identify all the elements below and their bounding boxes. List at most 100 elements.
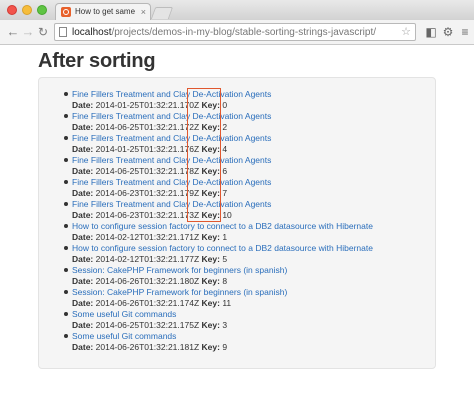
star-icon[interactable]: ☆ bbox=[401, 25, 411, 39]
entry-date: 2014-01-25T01:32:21.176Z bbox=[95, 144, 200, 154]
key-label: Key: bbox=[201, 188, 220, 198]
entry-meta: Date: 2014-06-26T01:32:21.180Z Key: 8 bbox=[72, 276, 227, 287]
date-label: Date: bbox=[72, 188, 94, 198]
gear-icon[interactable]: ⚙ bbox=[441, 24, 455, 40]
site-favicon-icon bbox=[61, 7, 71, 17]
entry-meta: Date: 2014-06-25T01:32:21.178Z Key: 6 bbox=[72, 166, 227, 177]
minimize-window-button[interactable] bbox=[22, 5, 32, 15]
entry-title-link[interactable]: Fine Fillers Treatment and Clay De-Activ… bbox=[72, 199, 271, 210]
date-label: Date: bbox=[72, 276, 94, 286]
bullet bbox=[64, 136, 68, 140]
key-label: Key: bbox=[201, 254, 220, 264]
date-label: Date: bbox=[72, 166, 94, 176]
close-window-button[interactable] bbox=[7, 5, 17, 15]
entry-title-link[interactable]: Some useful Git commands bbox=[72, 309, 176, 320]
title-bar: How to get same results w × bbox=[0, 0, 474, 20]
bullet bbox=[64, 268, 68, 272]
key-label: Key: bbox=[201, 210, 220, 220]
entry-title-link[interactable]: Fine Fillers Treatment and Clay De-Activ… bbox=[72, 133, 271, 144]
new-tab-button[interactable] bbox=[150, 7, 174, 19]
entry-key: 0 bbox=[222, 100, 228, 110]
list-item: Some useful Git commands Date: 2014-06-25… bbox=[63, 309, 433, 331]
key-label: Key: bbox=[201, 144, 220, 154]
date-label: Date: bbox=[72, 144, 94, 154]
bullet bbox=[64, 290, 68, 294]
entry-date: 2014-06-25T01:32:21.172Z bbox=[95, 122, 200, 132]
tab-title: How to get same results w bbox=[75, 7, 137, 16]
bullet bbox=[64, 246, 68, 250]
bullet bbox=[64, 114, 68, 118]
list-item: How to configure session factory to conn… bbox=[63, 243, 433, 265]
results-panel: Fine Fillers Treatment and Clay De-Activ… bbox=[38, 77, 436, 369]
entry-title-link[interactable]: Fine Fillers Treatment and Clay De-Activ… bbox=[72, 177, 271, 188]
maximize-window-button[interactable] bbox=[37, 5, 47, 15]
bullet bbox=[64, 224, 68, 228]
date-label: Date: bbox=[72, 320, 94, 330]
entry-list: Fine Fillers Treatment and Clay De-Activ… bbox=[63, 89, 433, 353]
entry-title-link[interactable]: Session: CakePHP Framework for beginners… bbox=[72, 287, 287, 298]
date-label: Date: bbox=[72, 122, 94, 132]
browser-toolbar: ← → ↻ localhost/projects/demos-in-my-blo… bbox=[0, 20, 474, 45]
key-label: Key: bbox=[201, 320, 220, 330]
entry-title-link[interactable]: Fine Fillers Treatment and Clay De-Activ… bbox=[72, 155, 271, 166]
bullet bbox=[64, 202, 68, 206]
key-label: Key: bbox=[201, 232, 220, 242]
entry-meta: Date: 2014-06-25T01:32:21.175Z Key: 3 bbox=[72, 320, 227, 331]
entry-meta: Date: 2014-06-23T01:32:21.179Z Key: 7 bbox=[72, 188, 227, 199]
entry-title-link[interactable]: Fine Fillers Treatment and Clay De-Activ… bbox=[72, 111, 271, 122]
entry-title-link[interactable]: How to configure session factory to conn… bbox=[72, 243, 373, 254]
list-item: Fine Fillers Treatment and Clay De-Activ… bbox=[63, 155, 433, 177]
arrow-left-icon[interactable]: ← bbox=[6, 24, 20, 40]
key-label: Key: bbox=[201, 298, 220, 308]
list-item: Fine Fillers Treatment and Clay De-Activ… bbox=[63, 199, 433, 221]
bullet bbox=[64, 334, 68, 338]
entry-date: 2014-02-12T01:32:21.171Z bbox=[95, 232, 200, 242]
date-label: Date: bbox=[72, 342, 94, 352]
address-bar[interactable]: localhost/projects/demos-in-my-blog/stab… bbox=[54, 23, 416, 41]
page-title: After sorting bbox=[38, 50, 156, 72]
entry-title-link[interactable]: Session: CakePHP Framework for beginners… bbox=[72, 265, 287, 276]
page-icon bbox=[59, 27, 67, 37]
entry-date: 2014-06-26T01:32:21.180Z bbox=[95, 276, 200, 286]
list-item: Fine Fillers Treatment and Clay De-Activ… bbox=[63, 133, 433, 155]
entry-key: 10 bbox=[222, 210, 232, 220]
url-host: localhost bbox=[72, 27, 112, 38]
entry-title-link[interactable]: How to configure session factory to conn… bbox=[72, 221, 373, 232]
entry-title-link[interactable]: Fine Fillers Treatment and Clay De-Activ… bbox=[72, 89, 271, 100]
browser-tab[interactable]: How to get same results w × bbox=[55, 3, 151, 20]
reload-icon[interactable]: ↻ bbox=[36, 24, 50, 40]
tab-close-icon[interactable]: × bbox=[141, 6, 146, 18]
hamburger-menu-icon[interactable]: ≡ bbox=[458, 24, 472, 40]
entry-date: 2014-06-23T01:32:21.179Z bbox=[95, 188, 200, 198]
date-label: Date: bbox=[72, 298, 94, 308]
entry-date: 2014-01-25T01:32:21.170Z bbox=[95, 100, 200, 110]
list-item: Session: CakePHP Framework for beginners… bbox=[63, 287, 433, 309]
list-item: Some useful Git commands Date: 2014-06-26… bbox=[63, 331, 433, 353]
entry-date: 2014-06-26T01:32:21.174Z bbox=[95, 298, 200, 308]
entry-date: 2014-06-25T01:32:21.178Z bbox=[95, 166, 200, 176]
entry-key: 3 bbox=[222, 320, 228, 330]
entry-date: 2014-02-12T01:32:21.177Z bbox=[95, 254, 200, 264]
entry-key: 6 bbox=[222, 166, 228, 176]
entry-date: 2014-06-25T01:32:21.175Z bbox=[95, 320, 200, 330]
url-text[interactable]: localhost/projects/demos-in-my-blog/stab… bbox=[72, 26, 402, 39]
puzzle-icon[interactable]: ◧ bbox=[424, 24, 438, 40]
arrow-right-icon[interactable]: → bbox=[21, 24, 35, 40]
date-label: Date: bbox=[72, 232, 94, 242]
entry-date: 2014-06-23T01:32:21.173Z bbox=[95, 210, 200, 220]
key-label: Key: bbox=[201, 166, 220, 176]
entry-meta: Date: 2014-01-25T01:32:21.176Z Key: 4 bbox=[72, 144, 227, 155]
entry-key: 4 bbox=[222, 144, 228, 154]
key-label: Key: bbox=[201, 122, 220, 132]
entry-title-link[interactable]: Some useful Git commands bbox=[72, 331, 176, 342]
entry-key: 7 bbox=[222, 188, 228, 198]
list-item: Session: CakePHP Framework for beginners… bbox=[63, 265, 433, 287]
bullet bbox=[64, 312, 68, 316]
url-path: /projects/demos-in-my-blog/stable-sortin… bbox=[111, 27, 376, 38]
bullet bbox=[64, 180, 68, 184]
key-label: Key: bbox=[201, 342, 220, 352]
bullet bbox=[64, 92, 68, 96]
list-item: Fine Fillers Treatment and Clay De-Activ… bbox=[63, 89, 433, 111]
entry-meta: Date: 2014-02-12T01:32:21.177Z Key: 5 bbox=[72, 254, 227, 265]
entry-meta: Date: 2014-02-12T01:32:21.171Z Key: 1 bbox=[72, 232, 227, 243]
